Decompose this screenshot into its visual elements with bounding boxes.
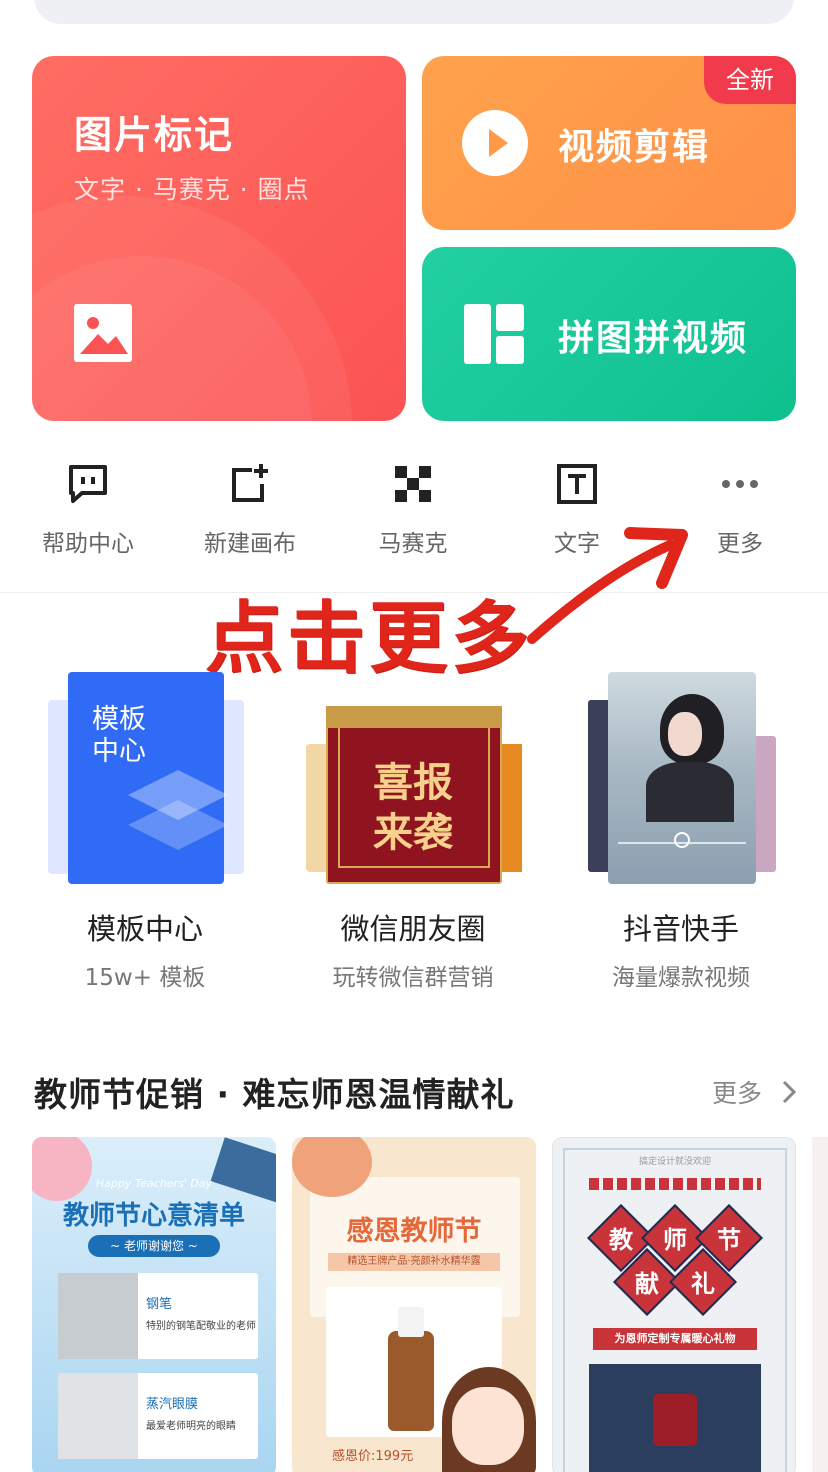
poster-price: 感恩价:199元 (332, 1449, 414, 1464)
template-sub: 15w+ 模板 (84, 965, 206, 991)
chevron-right-icon[interactable] (782, 1080, 796, 1104)
poster-item-title: 蒸汽眼膜 (146, 1397, 199, 1412)
template-name: 抖音快手 (622, 912, 739, 946)
template-wechat-moments[interactable]: 喜报 来袭 微信朋友圈 玩转微信群营销 (278, 660, 548, 992)
poster-title: 感恩教师节 (346, 1216, 482, 1247)
poster-partial-next (812, 1137, 828, 1472)
template-douyin-kuaishou[interactable]: 抖音快手 海量爆款视频 (546, 660, 816, 992)
video-edit-label: 视频剪辑 (558, 127, 711, 168)
poster-title: 教师节心意清单 (62, 1201, 245, 1231)
mosaic-icon (391, 462, 435, 506)
wechat-thumb-text: 来袭 (373, 810, 453, 856)
chat-icon (66, 462, 110, 506)
poster-item-title: 钢笔 (146, 1297, 173, 1312)
poster-char: 节 (717, 1226, 741, 1254)
douyin-thumbnail (546, 660, 816, 900)
poster-char: 教 (609, 1226, 633, 1254)
image-icon (74, 304, 132, 362)
template-center[interactable]: 模板 中心 模板中心 15w+ 模板 (10, 660, 280, 992)
text-icon (555, 462, 599, 506)
collage-card[interactable]: 拼图拼视频 (422, 247, 796, 421)
poster-ribbon: ~ 老师谢谢您 ~ (88, 1235, 220, 1257)
poster-char: 师 (663, 1226, 687, 1254)
new-badge: 全新 (704, 56, 796, 104)
template-sub: 玩转微信群营销 (332, 965, 494, 991)
image-mark-subtitle: 文字 · 马赛克 · 圈点 (74, 175, 310, 204)
annotation-arrow-icon (527, 527, 688, 644)
poster-en-text: Happy Teachers' Day (95, 1177, 213, 1190)
template-name: 模板中心 (86, 912, 203, 946)
video-edit-card[interactable]: 视频剪辑 全新 (422, 56, 796, 230)
tool-mosaic[interactable]: 马赛克 (348, 462, 478, 558)
poster-char: 献 (635, 1270, 659, 1298)
section-title: 教师节促销 · 难忘师恩温情献礼 (34, 1075, 515, 1114)
template-center-thumb-text: 模板 中心 (92, 704, 146, 767)
image-mark-card[interactable]: 图片标记 文字 · 马赛克 · 圈点 (32, 56, 406, 421)
poster-top-text: 搞定设计就没欢迎 (638, 1157, 711, 1167)
poster-item-desc: 特别的钢笔配敬业的老师 (146, 1321, 256, 1332)
collage-icon (464, 304, 524, 364)
template-name: 微信朋友圈 (340, 912, 486, 946)
tool-new-canvas[interactable]: 新建画布 (185, 462, 315, 558)
poster-thanksgiving-teachers[interactable]: 感恩教师节 精选王牌产品·亮颜补水精华露 感恩价:199元 (292, 1137, 536, 1472)
tool-label: 帮助中心 (42, 531, 134, 557)
section-more-link[interactable]: 更多 (712, 1074, 762, 1110)
poster-subtitle: 精选王牌产品·亮颜补水精华露 (328, 1253, 500, 1271)
image-mark-title: 图片标记 (74, 113, 235, 157)
tool-label: 马赛克 (378, 531, 448, 557)
poster-teachers-day-list[interactable]: Happy Teachers' Day 教师节心意清单 ~ 老师谢谢您 ~ 钢笔… (32, 1137, 276, 1472)
poster-banner: 为恩师定制专属暖心礼物 (593, 1328, 757, 1350)
tool-label: 新建画布 (204, 531, 296, 557)
tool-help-center[interactable]: 帮助中心 (23, 462, 153, 558)
more-dots-icon (718, 462, 762, 506)
poster-teachers-gift[interactable]: 搞定设计就没欢迎 教 师 节 献 礼 为恩师定制专属暖心礼物 (552, 1137, 796, 1472)
play-icon (462, 110, 528, 176)
poster-item-desc: 最爱老师明亮的眼睛 (146, 1421, 236, 1432)
template-center-thumbnail: 模板 中心 (10, 660, 280, 900)
new-canvas-icon (228, 462, 272, 506)
poster-char: 礼 (691, 1270, 715, 1298)
template-sub: 海量爆款视频 (612, 965, 750, 991)
wechat-thumbnail: 喜报 来袭 (278, 660, 548, 900)
collage-label: 拼图拼视频 (558, 318, 749, 359)
search-bar[interactable] (34, 0, 794, 24)
